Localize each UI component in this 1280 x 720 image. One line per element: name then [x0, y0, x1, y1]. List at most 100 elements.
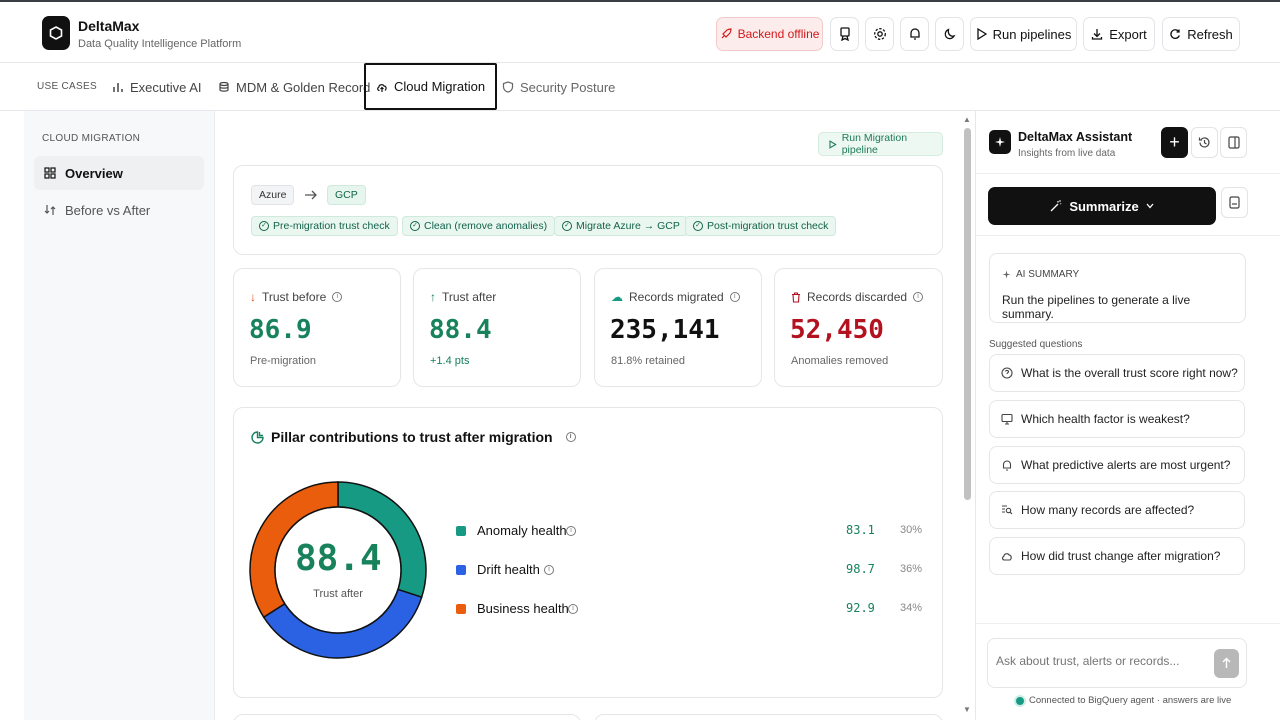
- sidebar-item-label: Before vs After: [65, 202, 151, 218]
- notes-button[interactable]: [1221, 187, 1248, 218]
- divider: [976, 235, 1280, 236]
- scroll-up-icon[interactable]: ▲: [963, 115, 971, 124]
- hexagon-icon: [49, 26, 63, 40]
- lower-card-left: [233, 714, 581, 720]
- trash-icon: [792, 291, 800, 303]
- history-icon: [1198, 137, 1210, 148]
- sidebar-item-overview[interactable]: Overview: [34, 156, 204, 190]
- sidebar-item-before-vs-after[interactable]: Before vs After: [34, 193, 204, 227]
- sidebar-title: CLOUD MIGRATION: [42, 133, 141, 144]
- kpi-label: ☁ Records migrated i: [611, 290, 740, 304]
- question-text: What predictive alerts are most urgent?: [1021, 458, 1231, 472]
- info-icon[interactable]: i: [544, 565, 554, 575]
- ai-summary-header: AI SUMMARY: [1002, 269, 1079, 280]
- step-label: Pre-migration trust check: [273, 220, 390, 232]
- collapse-panel-button[interactable]: [1220, 127, 1247, 158]
- export-label: Export: [1109, 26, 1147, 42]
- use-case-tabs: USE CASES Executive AI MDM & Golden Reco…: [0, 63, 1280, 111]
- kpi-subtext: Pre-migration: [250, 355, 317, 367]
- tab-executive-ai[interactable]: Executive AI: [112, 63, 202, 111]
- settings-button[interactable]: [865, 17, 894, 51]
- info-icon[interactable]: i: [565, 432, 576, 442]
- kpi-value: 235,141: [610, 315, 720, 345]
- tab-label: Security Posture: [520, 79, 616, 95]
- tab-security-posture[interactable]: Security Posture: [502, 63, 615, 111]
- top-bar: DeltaMax Data Quality Intelligence Platf…: [0, 0, 1280, 63]
- magic-wand-icon: [1050, 200, 1062, 212]
- kpi-subtext: 81.8% retained: [611, 355, 685, 367]
- info-icon[interactable]: i: [729, 292, 740, 302]
- tab-mdm-golden-record[interactable]: MDM & Golden Record: [218, 63, 370, 111]
- suggested-question-weakest-factor[interactable]: Which health factor is weakest?: [989, 400, 1245, 438]
- moon-icon: [944, 28, 956, 40]
- arrow-down-icon: ↓: [250, 290, 256, 304]
- cloud-icon: ☁: [611, 290, 623, 304]
- legend-row-drift-health: Drift health i 98.7 36%: [456, 561, 926, 581]
- legend-label: Drift health: [477, 562, 540, 577]
- kpi-card-records-migrated: ☁ Records migrated i 235,141 81.8% retaine…: [594, 268, 762, 387]
- donut-center-value: 88.4: [295, 538, 382, 579]
- main-scrollbar[interactable]: ▲ ▼: [960, 111, 975, 720]
- new-chat-button[interactable]: +: [1161, 127, 1188, 158]
- scroll-down-icon[interactable]: ▼: [963, 705, 971, 714]
- pillar-contributions-card: Pillar contributions to trust after migr…: [233, 407, 943, 698]
- refresh-button[interactable]: Refresh: [1162, 17, 1240, 51]
- arrow-up-icon: [1222, 657, 1231, 668]
- tab-cloud-migration[interactable]: Cloud Migration: [364, 63, 498, 110]
- summarize-dropdown-button[interactable]: Summarize: [988, 187, 1216, 225]
- main-content: Run Migration pipeline Azure GCP ✓ Pre-mi…: [215, 111, 960, 720]
- refresh-icon: [1170, 29, 1181, 40]
- arrow-right-icon: [305, 190, 317, 200]
- brand-name: DeltaMax: [78, 18, 140, 34]
- info-icon[interactable]: i: [913, 292, 924, 302]
- suggested-question-urgent-alerts[interactable]: What predictive alerts are most urgent?: [989, 446, 1245, 484]
- connection-status-text: Connected to BigQuery agent · answers ar…: [1029, 695, 1232, 706]
- kpi-label-text: Trust before: [262, 290, 327, 304]
- document-icon: [1229, 196, 1240, 209]
- kpi-value: 88.4: [429, 315, 492, 345]
- bell-icon: [1002, 460, 1012, 471]
- step-chip-post-migration: ✓ Post-migration trust check: [685, 216, 837, 236]
- step-chip-pre-migration: ✓ Pre-migration trust check: [251, 216, 398, 236]
- kpi-label-text: Trust after: [442, 290, 497, 304]
- kpi-subtext: Anomalies removed: [791, 355, 889, 367]
- chat-input[interactable]: [996, 654, 1196, 668]
- assistant-logo: [989, 130, 1011, 154]
- theme-toggle-button[interactable]: [935, 17, 964, 51]
- connection-status: Connected to BigQuery agent · answers ar…: [1016, 695, 1231, 706]
- legend-score: 83.1: [846, 523, 875, 537]
- check-circle-icon: ✓: [259, 221, 269, 231]
- suggested-question-trust-change[interactable]: How did trust change after migration?: [989, 537, 1245, 575]
- search-list-icon: [1002, 505, 1013, 515]
- download-icon: [1092, 29, 1103, 40]
- history-button[interactable]: [1191, 127, 1218, 158]
- refresh-label: Refresh: [1187, 26, 1233, 42]
- scrollbar-thumb[interactable]: [964, 128, 971, 500]
- rocket-icon: [721, 28, 732, 39]
- export-button[interactable]: Export: [1083, 17, 1155, 51]
- run-pipelines-button[interactable]: Run pipelines: [970, 17, 1077, 51]
- check-circle-icon: ✓: [693, 221, 703, 231]
- backend-status-badge[interactable]: Backend offline: [716, 17, 823, 51]
- legend-swatch: [456, 526, 466, 536]
- info-icon[interactable]: i: [568, 604, 578, 614]
- run-migration-pipeline-button[interactable]: Run Migration pipeline: [818, 132, 943, 156]
- ai-summary-label: AI SUMMARY: [1016, 269, 1080, 280]
- suggested-question-records-affected[interactable]: How many records are affected?: [989, 491, 1245, 529]
- sparkles-icon: [1002, 270, 1011, 279]
- info-icon[interactable]: i: [332, 292, 343, 302]
- send-button[interactable]: [1214, 649, 1239, 678]
- info-icon[interactable]: i: [566, 526, 576, 536]
- sidebar-item-label: Overview: [65, 165, 123, 181]
- monitor-icon: [1001, 413, 1013, 425]
- divider: [976, 623, 1280, 624]
- help-circle-icon: [1001, 367, 1013, 379]
- notifications-button[interactable]: [900, 17, 929, 51]
- question-text: What is the overall trust score right no…: [1021, 366, 1238, 380]
- pillar-title-row: Pillar contributions to trust after migr…: [251, 429, 576, 445]
- step-label: Post-migration trust check: [707, 220, 829, 232]
- suggested-question-trust-score[interactable]: What is the overall trust score right no…: [989, 354, 1245, 392]
- tab-label: MDM & Golden Record: [236, 79, 371, 95]
- step-label: Clean (remove anomalies): [424, 220, 548, 232]
- certificate-button[interactable]: [830, 17, 859, 51]
